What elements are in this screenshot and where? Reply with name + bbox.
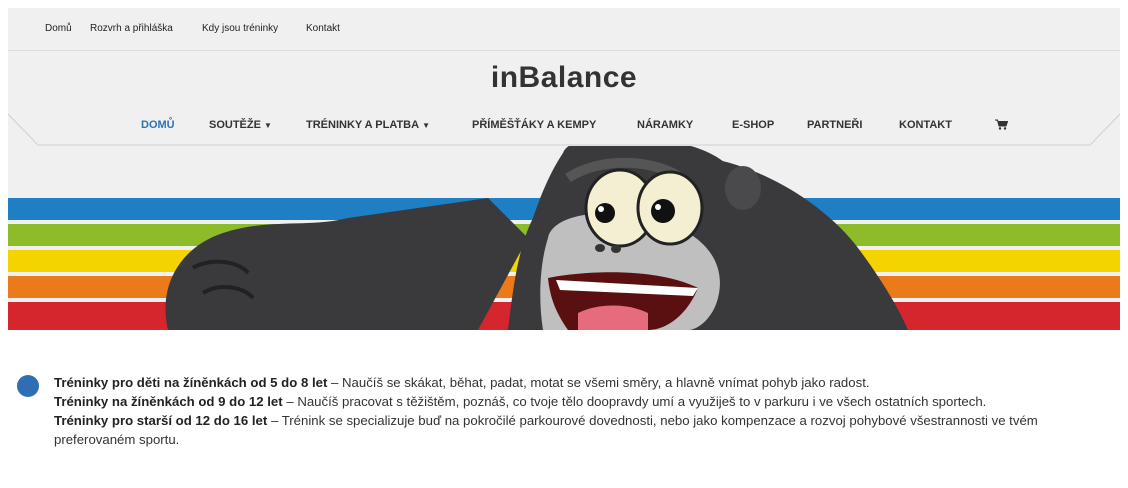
top-link-home[interactable]: Domů <box>45 23 72 34</box>
nav-item-home[interactable]: DOMŮ <box>141 119 175 131</box>
bullet-circle-icon <box>17 375 39 397</box>
nav-item-bracelets[interactable]: NÁRAMKY <box>637 119 693 131</box>
nav-item-label: KONTAKT <box>899 119 952 131</box>
nav-item-partners[interactable]: PARTNEŘI <box>807 119 862 131</box>
nav-item-label: PARTNEŘI <box>807 119 863 131</box>
nav-item-label: E-SHOP <box>732 119 775 131</box>
nav-item-camps[interactable]: PŘÍMĚŠŤÁKY A KEMPY <box>472 119 596 131</box>
nav-item-label: DOMŮ <box>141 119 175 131</box>
nav-item-contact[interactable]: KONTAKT <box>899 119 952 131</box>
training-descriptions: Tréninky pro děti na žíněnkách od 5 do 8… <box>54 373 1074 449</box>
nav-item-label: SOUTĚŽE <box>209 119 261 131</box>
shopping-cart-icon[interactable] <box>995 119 1009 133</box>
training-desc: – Naučíš pracovat s těžištěm, poznáš, co… <box>282 394 987 409</box>
top-utility-bar: Domů Rozvrh a přihláška Kdy jsou trénink… <box>8 8 1120 51</box>
nav-item-label: PŘÍMĚŠŤÁKY A KEMPY <box>472 119 597 131</box>
nav-item-label: NÁRAMKY <box>637 119 694 131</box>
nav-item-competitions[interactable]: SOUTĚŽE ▼ <box>209 119 272 131</box>
training-item-12-16: Tréninky pro starší od 12 do 16 let – Tr… <box>54 411 1074 449</box>
training-item-9-12: Tréninky na žíněnkách od 9 do 12 let – N… <box>54 392 1074 411</box>
nav-item-trainings-payment[interactable]: TRÉNINKY A PLATBA ▼ <box>306 119 430 131</box>
nav-item-label: TRÉNINKY A PLATBA <box>306 119 420 131</box>
cart-glyph <box>995 119 1009 130</box>
training-title: Tréninky pro děti na žíněnkách od 5 do 8… <box>54 375 328 390</box>
top-link-contact[interactable]: Kontakt <box>306 23 340 34</box>
caret-down-icon: ▼ <box>422 121 430 130</box>
caret-down-icon: ▼ <box>263 121 272 130</box>
training-desc: – Naučíš se skákat, běhat, padat, motat … <box>327 375 870 390</box>
site-logo[interactable]: inBalance <box>8 61 1120 95</box>
training-title: Tréninky pro starší od 12 do 16 let <box>54 413 268 428</box>
gorilla-mascot <box>165 136 908 330</box>
training-title: Tréninky na žíněnkách od 9 do 12 let <box>54 394 283 409</box>
site-header: Domů Rozvrh a přihláška Kdy jsou trénink… <box>8 8 1120 330</box>
top-link-training-times[interactable]: Kdy jsou tréninky <box>202 23 278 34</box>
top-link-schedule[interactable]: Rozvrh a přihláška <box>90 23 173 34</box>
nav-item-eshop[interactable]: E-SHOP <box>732 119 774 131</box>
training-item-5-8: Tréninky pro děti na žíněnkách od 5 do 8… <box>54 373 1074 392</box>
